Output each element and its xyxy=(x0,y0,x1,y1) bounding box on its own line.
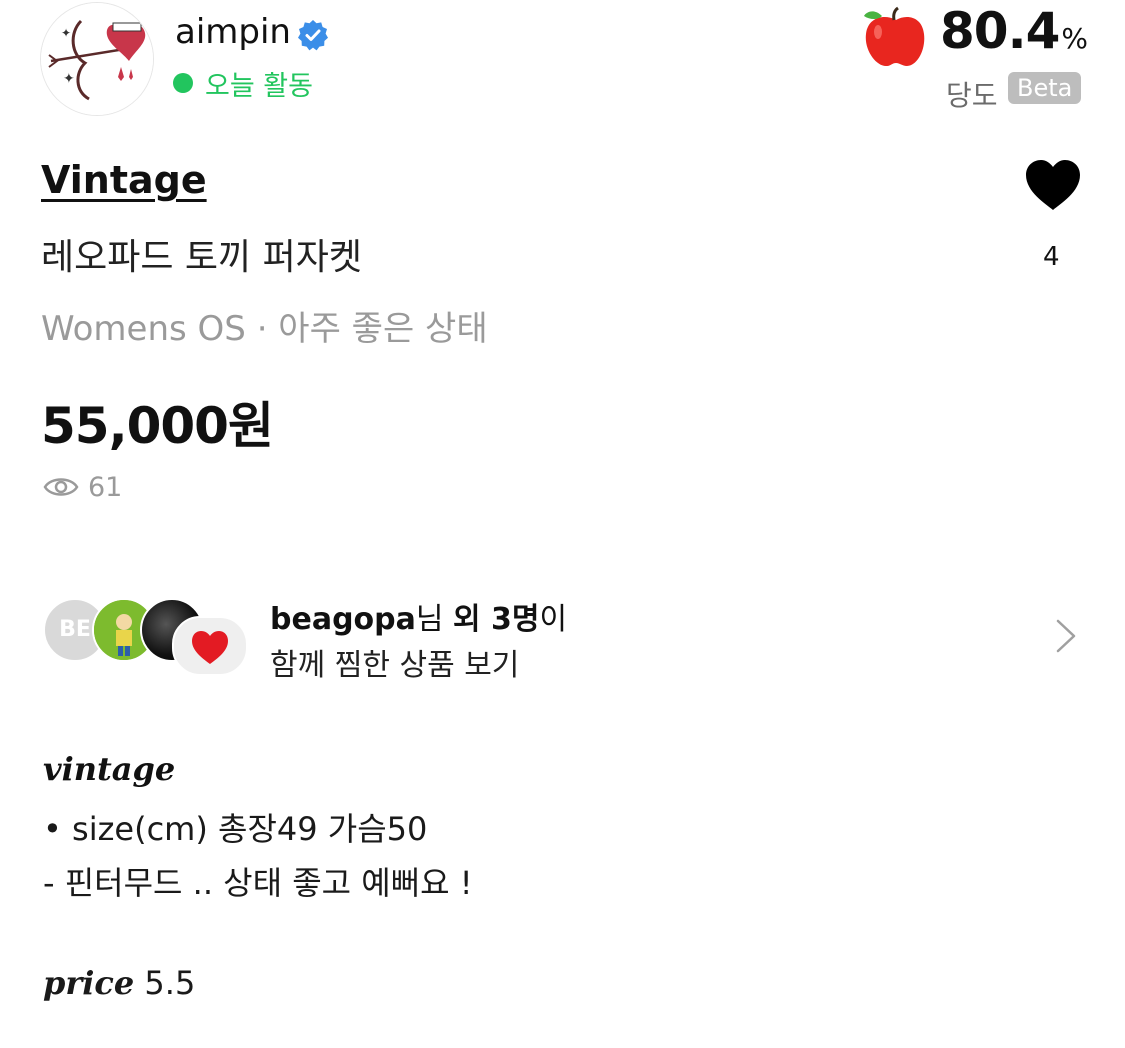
liker-avatar-heart[interactable] xyxy=(172,616,248,676)
product-title: 레오파드 토끼 퍼자켓 xyxy=(41,237,362,278)
seller-name[interactable]: aimpin xyxy=(175,12,291,52)
liked-together-cta[interactable]: 함께 찜한 상품 보기 xyxy=(270,640,519,684)
seller-avatar-art: ✦ ✦ xyxy=(41,3,153,115)
brand-link[interactable]: Vintage xyxy=(41,158,207,202)
svg-text:✦: ✦ xyxy=(63,71,75,87)
heart-emoji-icon xyxy=(192,631,228,664)
sweetness-score: 80.4% xyxy=(940,2,1088,60)
view-count: 61 xyxy=(88,472,123,503)
eye-icon xyxy=(43,478,79,496)
description-price: price 5.5 xyxy=(43,964,196,1002)
heart-icon[interactable] xyxy=(1024,158,1082,212)
online-status-text: 오늘 활동 xyxy=(205,71,313,102)
description-size: • size(cm) 총장49 가슴50 xyxy=(43,810,428,848)
liked-together-summary[interactable]: beagopa님 외 3명이 xyxy=(270,594,567,638)
product-meta: Womens OS · 아주 좋은 상태 xyxy=(41,309,488,349)
like-count: 4 xyxy=(1043,242,1060,272)
verified-badge-icon xyxy=(298,20,328,51)
description-brand: vintage xyxy=(43,750,176,788)
sweetness-label: 당도 xyxy=(946,79,998,112)
svg-text:✦: ✦ xyxy=(61,26,71,40)
online-status-dot xyxy=(173,73,193,93)
description-condition: - 핀터무드 .. 상태 좋고 예뻐요 ! xyxy=(43,864,473,902)
seller-avatar[interactable]: ✦ ✦ xyxy=(40,2,154,116)
beta-badge: Beta xyxy=(1008,72,1082,104)
apple-icon xyxy=(864,6,925,66)
sweetness-unit: % xyxy=(1061,22,1088,55)
chevron-right-icon[interactable] xyxy=(1055,618,1077,654)
product-price: 55,000원 xyxy=(41,397,274,455)
